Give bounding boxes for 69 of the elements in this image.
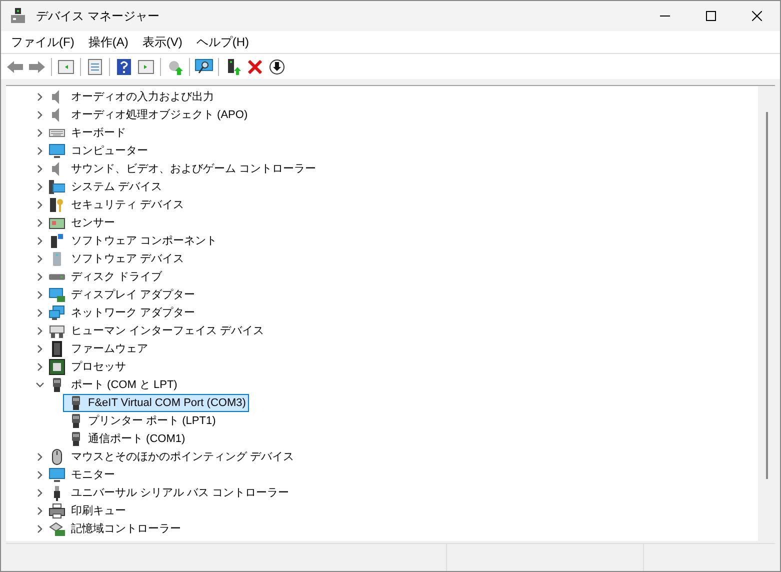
expand-icon[interactable] <box>36 273 44 281</box>
mouse-icon <box>49 449 65 465</box>
menu-item[interactable]: ヘルプ(H) <box>189 33 256 51</box>
tree-item[interactable]: ファームウェア <box>70 340 149 358</box>
collapse-icon[interactable] <box>36 381 44 389</box>
tree-item[interactable]: マウスとそのほかのポインティング デバイス <box>70 448 296 466</box>
monitor-icon <box>49 143 65 159</box>
maximize-icon <box>706 11 716 21</box>
expand-icon[interactable] <box>36 345 44 353</box>
device-manager-icon <box>10 8 26 24</box>
expand-icon[interactable] <box>36 489 44 497</box>
tree-item[interactable]: オーディオの入力および出力 <box>70 88 215 106</box>
storage-controller-icon <box>49 521 65 537</box>
expand-icon[interactable] <box>36 327 44 335</box>
expand-icon[interactable] <box>36 129 44 137</box>
monitor-icon <box>49 467 65 483</box>
tree-item[interactable]: ヒューマン インターフェイス デバイス <box>70 322 266 340</box>
tree-item[interactable]: プロセッサ <box>70 358 127 376</box>
menu-item[interactable]: ファイル(F) <box>4 33 82 51</box>
expand-icon[interactable] <box>36 183 44 191</box>
tree-item[interactable]: オーディオ処理オブジェクト (APO) <box>70 106 249 124</box>
expand-icon[interactable] <box>36 309 44 317</box>
processor-icon <box>49 359 65 375</box>
tree-item[interactable]: 印刷キュー <box>70 502 127 520</box>
component-icon <box>49 233 65 249</box>
menu-item[interactable]: 表示(V) <box>135 33 190 51</box>
tree-item[interactable]: 通信ポート (COM1) <box>63 430 188 448</box>
tree-item[interactable]: ディスク ドライブ <box>70 268 164 286</box>
expand-icon[interactable] <box>36 165 44 173</box>
expand-icon[interactable] <box>36 111 44 119</box>
tree-item[interactable]: ソフトウェア デバイス <box>70 250 186 268</box>
expand-icon[interactable] <box>36 507 44 515</box>
tree-item[interactable]: ポート (COM と LPT) <box>70 376 178 394</box>
tree-item[interactable]: サウンド、ビデオ、およびゲーム コントローラー <box>70 160 318 178</box>
close-icon <box>752 11 762 21</box>
tree-item[interactable]: キーボード <box>70 124 127 142</box>
key-icon <box>49 197 65 213</box>
tree-item[interactable]: ネットワーク アダプター <box>70 304 196 322</box>
computer-icon <box>49 179 65 195</box>
tree-item[interactable]: モニター <box>70 466 116 484</box>
expand-icon[interactable] <box>36 453 44 461</box>
expand-icon[interactable] <box>36 471 44 479</box>
expand-icon[interactable] <box>36 525 44 533</box>
tree-item[interactable]: プリンター ポート (LPT1) <box>63 412 219 430</box>
expand-icon[interactable] <box>36 237 44 245</box>
tree-item[interactable]: ソフトウェア コンポーネント <box>70 232 218 250</box>
menu-item[interactable]: 操作(A) <box>81 33 136 51</box>
expand-icon[interactable] <box>36 255 44 263</box>
expand-icon[interactable] <box>36 291 44 299</box>
expand-icon[interactable] <box>36 363 44 371</box>
expand-icon[interactable] <box>36 147 44 155</box>
chip-icon <box>49 341 65 357</box>
network-icon <box>49 305 65 321</box>
expand-icon[interactable] <box>36 93 44 101</box>
display-adapter-icon <box>49 287 65 303</box>
printer-icon <box>49 503 65 519</box>
tree-item[interactable]: F&eIT Virtual COM Port (COM3) <box>63 394 249 412</box>
drive-icon <box>49 274 65 280</box>
expand-icon[interactable] <box>36 219 44 227</box>
tree-item[interactable]: セキュリティ デバイス <box>70 196 186 214</box>
tree-item[interactable]: センサー <box>70 214 116 232</box>
tree-item[interactable]: ディスプレイ アダプター <box>70 286 196 304</box>
tree-item[interactable]: ユニバーサル シリアル バス コントローラー <box>70 484 290 502</box>
sensor-icon <box>49 215 65 231</box>
expand-icon[interactable] <box>36 201 44 209</box>
tree-item[interactable]: 記憶域コントローラー <box>70 520 182 538</box>
window-title: デバイス マネージャー <box>36 8 160 25</box>
tree-item[interactable]: コンピューター <box>70 142 149 160</box>
tree-item[interactable]: システム デバイス <box>70 178 164 196</box>
